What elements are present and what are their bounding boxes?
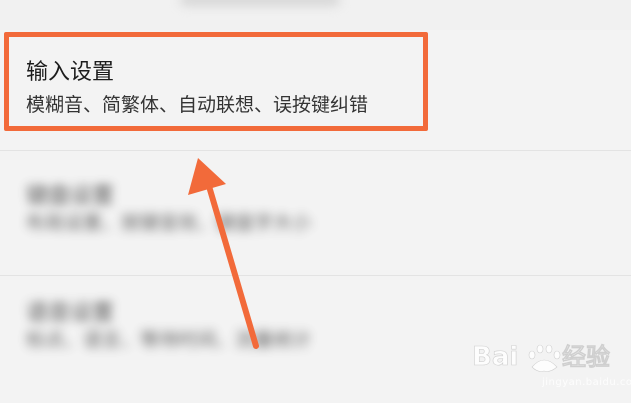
highlight-annotation-box [4,32,428,131]
previous-item-edge [0,0,631,30]
list-divider [0,150,631,151]
blurred-previous-text [180,0,340,6]
settings-item-title: 语音设置 [26,301,115,326]
settings-item-subtitle: 标点、语言、等待时间、流量统计 [26,329,312,351]
list-divider [0,275,631,276]
settings-item-subtitle: 布局设置、按键音效、键盘字大小 [26,212,312,234]
watermark-url: jingyan.baidu.com [542,377,631,388]
settings-item-keyboard-blurred[interactable]: 键盘设置 布局设置、按键音效、键盘字大小 [0,168,631,268]
settings-item-title: 键盘设置 [26,184,115,209]
svg-text:Bai: Bai [472,342,518,372]
svg-text:经验: 经验 [562,343,610,371]
baidu-jingyan-watermark: Bai 经验 jingyan.baidu.com [470,333,631,389]
